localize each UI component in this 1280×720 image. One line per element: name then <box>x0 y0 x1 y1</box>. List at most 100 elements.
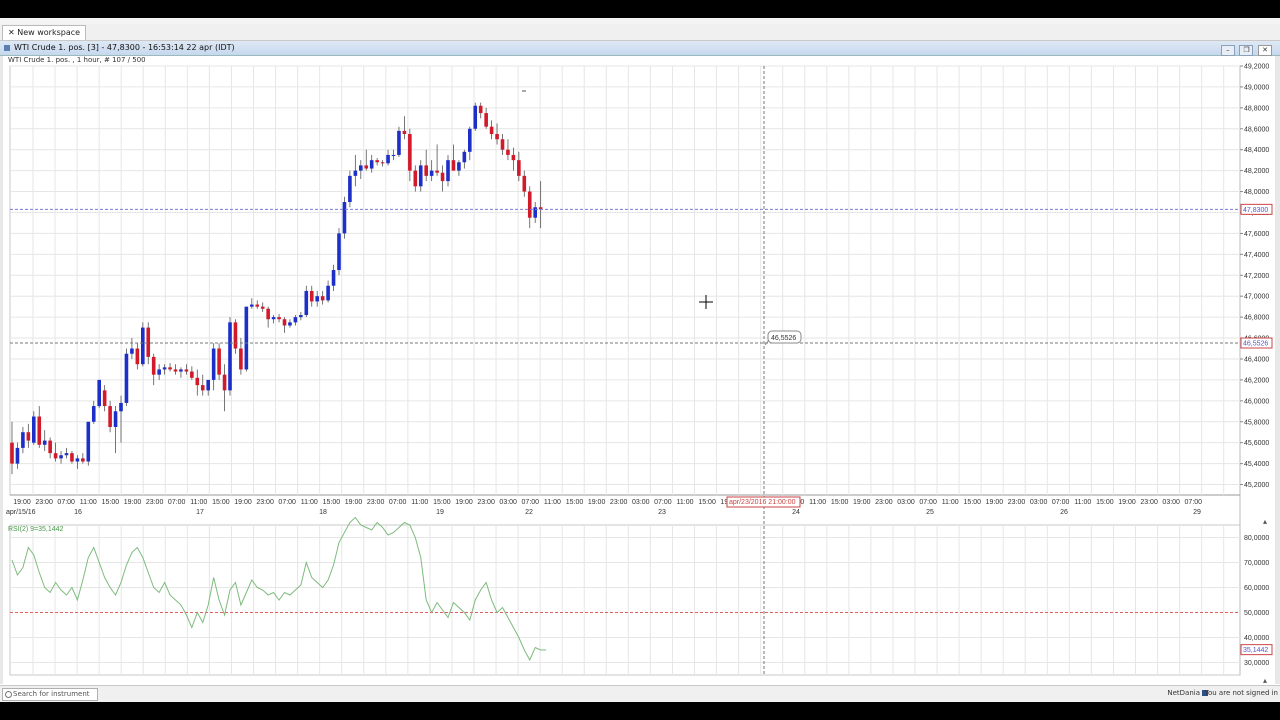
price-tick-label: 45,2000 <box>1244 482 1269 489</box>
candle-body <box>386 154 390 164</box>
time-tick-label: 07:00 <box>1185 499 1203 506</box>
price-tick-label: 47,2000 <box>1244 273 1269 280</box>
candle-body <box>500 139 505 150</box>
time-tick-label: 19:00 <box>345 499 363 506</box>
candle-body <box>348 175 352 203</box>
candle-body <box>250 304 254 307</box>
price-tick-label: 47,6000 <box>1244 231 1269 238</box>
candle-body <box>353 170 358 176</box>
price-tick-label: 48,0000 <box>1244 189 1269 196</box>
candle-body <box>408 134 412 171</box>
price-tick-label: 45,4000 <box>1244 461 1269 468</box>
time-tick-label: 07:00 <box>654 499 672 506</box>
time-tick-label: 19:00 <box>13 499 31 506</box>
rsi-tick-label: 60,0000 <box>1244 585 1269 592</box>
time-tick-label: 19:00 <box>455 499 473 506</box>
price-panel <box>9 65 1241 496</box>
price-tick-label: 46,0000 <box>1244 398 1269 405</box>
candle-body <box>48 440 52 454</box>
time-tick-label: 23:00 <box>1140 499 1158 506</box>
time-tick-label: 23:00 <box>875 499 893 506</box>
candle-body <box>151 356 156 375</box>
candle-body <box>435 170 439 173</box>
candle-body <box>130 348 134 354</box>
time-tick-label: 11:00 <box>1074 499 1091 506</box>
candle-body <box>70 453 74 462</box>
candle-body <box>146 327 151 357</box>
rsi-tick-label: 50,0000 <box>1244 610 1269 617</box>
candle-body <box>533 207 537 218</box>
crosshair-readout: 46,5526 <box>771 335 796 342</box>
candle-body <box>184 369 189 372</box>
status-bar: Search for instrument NetDania You are n… <box>0 685 1280 702</box>
search-input[interactable]: Search for instrument <box>2 688 98 701</box>
price-tick-label: 48,6000 <box>1244 126 1269 133</box>
time-tick-label: 07:00 <box>919 499 937 506</box>
crosshair-price-tag: 46,5526 <box>1243 341 1268 348</box>
candle-body <box>451 160 456 171</box>
candle-body <box>473 105 478 129</box>
brand-label: NetDania <box>1167 689 1200 697</box>
date-left-label: apr/15/16 <box>6 509 36 516</box>
time-tick-label: 23:00 <box>256 499 274 506</box>
rsi-tick-label: 80,0000 <box>1244 535 1269 542</box>
time-tick-label: 11:00 <box>942 499 959 506</box>
time-tick-label: 23:00 <box>1008 499 1026 506</box>
time-axis: 19:00 23:00 07:00 11:00 15:00 19:00 23:00 07:00… <box>6 499 1202 516</box>
candle-body <box>168 367 172 370</box>
candle-body <box>288 322 292 326</box>
price-tick-label: 48,2000 <box>1244 168 1269 175</box>
time-tick-label: 11:00 <box>677 499 694 506</box>
date-tick-label: 24 <box>792 509 800 516</box>
price-chart[interactable]: 49,2000 49,0000 48,8000 48,6000 48,4000 48,20… <box>0 0 1280 685</box>
candle-body <box>424 165 428 176</box>
price-tick-label: 46,8000 <box>1244 315 1269 322</box>
time-tick-label: 15:00 <box>433 499 451 506</box>
time-tick-label: 11:00 <box>809 499 826 506</box>
time-tick-label: 15:00 <box>102 499 120 506</box>
time-tick-label: 07:00 <box>168 499 186 506</box>
time-tick-label: 07:00 <box>522 499 540 506</box>
candle-body <box>506 149 510 155</box>
candle-body <box>42 440 47 445</box>
candle-body <box>446 160 450 182</box>
candle-body <box>489 126 494 135</box>
time-tick-label: 03:00 <box>897 499 915 506</box>
price-tick-label: 48,4000 <box>1244 147 1269 154</box>
time-tick-label: 11:00 <box>190 499 207 506</box>
candle-body <box>173 369 178 372</box>
candle-body <box>342 202 347 234</box>
collapse-arrow-icon: ▴ <box>1263 517 1267 526</box>
time-tick-label: 15:00 <box>566 499 584 506</box>
rsi-tick-label: 70,0000 <box>1244 560 1269 567</box>
time-tick-label: 07:00 <box>278 499 296 506</box>
date-tick-label: 23 <box>658 509 666 516</box>
candle-body <box>244 306 249 370</box>
candle-body <box>266 308 270 320</box>
candle-body <box>418 165 423 187</box>
candle-body <box>495 134 499 140</box>
candle-body <box>522 175 527 192</box>
search-icon <box>5 691 12 698</box>
time-tick-label: 15:00 <box>698 499 716 506</box>
candle-body <box>200 385 205 391</box>
candle-body <box>217 348 221 375</box>
candle-body <box>315 296 319 302</box>
signin-status[interactable]: You are not signed in <box>1205 689 1278 697</box>
time-tick-label: 07:00 <box>389 499 407 506</box>
candle-body <box>484 113 488 127</box>
time-tick-label: 03:00 <box>632 499 650 506</box>
candle-body <box>309 290 314 302</box>
candle-body <box>527 191 532 218</box>
candle-body <box>331 270 336 286</box>
candle-body <box>260 306 265 309</box>
candle-body <box>162 367 167 370</box>
time-tick-label: 23:00 <box>367 499 385 506</box>
candle-body <box>157 369 161 375</box>
candle-body <box>32 416 36 443</box>
candle-body <box>255 304 260 307</box>
candle-body <box>457 162 461 171</box>
candle-body <box>337 233 341 271</box>
price-tick-label: 46,2000 <box>1244 377 1269 384</box>
current-price-tag: 47,8300 <box>1243 207 1268 214</box>
